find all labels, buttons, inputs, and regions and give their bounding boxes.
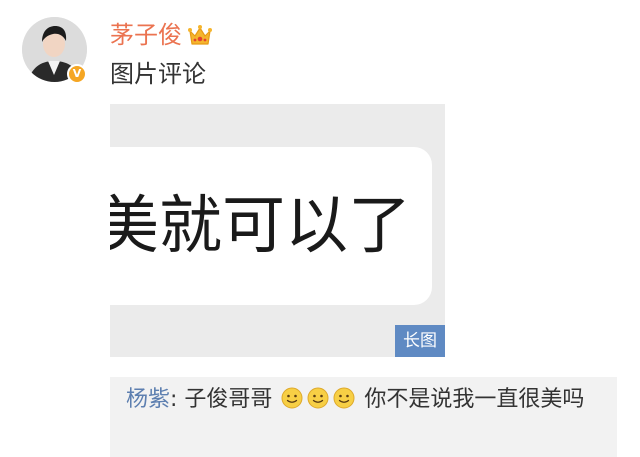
smile-emoji-icon <box>333 387 355 409</box>
comment-separator: : <box>170 387 185 412</box>
bubble-text: 美就可以了 <box>110 189 411 262</box>
post-text: 图片评论 <box>110 60 206 88</box>
comment-text-after: 你不是说我一直很美吗 <box>357 387 585 412</box>
long-image-tag: 长图 <box>395 325 445 357</box>
post-image[interactable]: 美就可以了 长图 <box>110 104 445 357</box>
smile-emoji-icon <box>307 387 329 409</box>
comment-box: 杨紫: 子俊哥哥 你不是说我一直很美吗 <box>110 377 617 457</box>
smile-emoji-icon <box>281 387 303 409</box>
verified-badge: V <box>67 64 87 84</box>
post-header: 茅子俊 <box>110 19 213 51</box>
comment-text-before: 子俊哥哥 <box>184 387 280 412</box>
username[interactable]: 茅子俊 <box>110 19 182 51</box>
crown-icon <box>188 25 212 45</box>
commenter-name[interactable]: 杨紫 <box>126 387 170 412</box>
comment-text: 杨紫: 子俊哥哥 你不是说我一直很美吗 <box>126 384 610 416</box>
